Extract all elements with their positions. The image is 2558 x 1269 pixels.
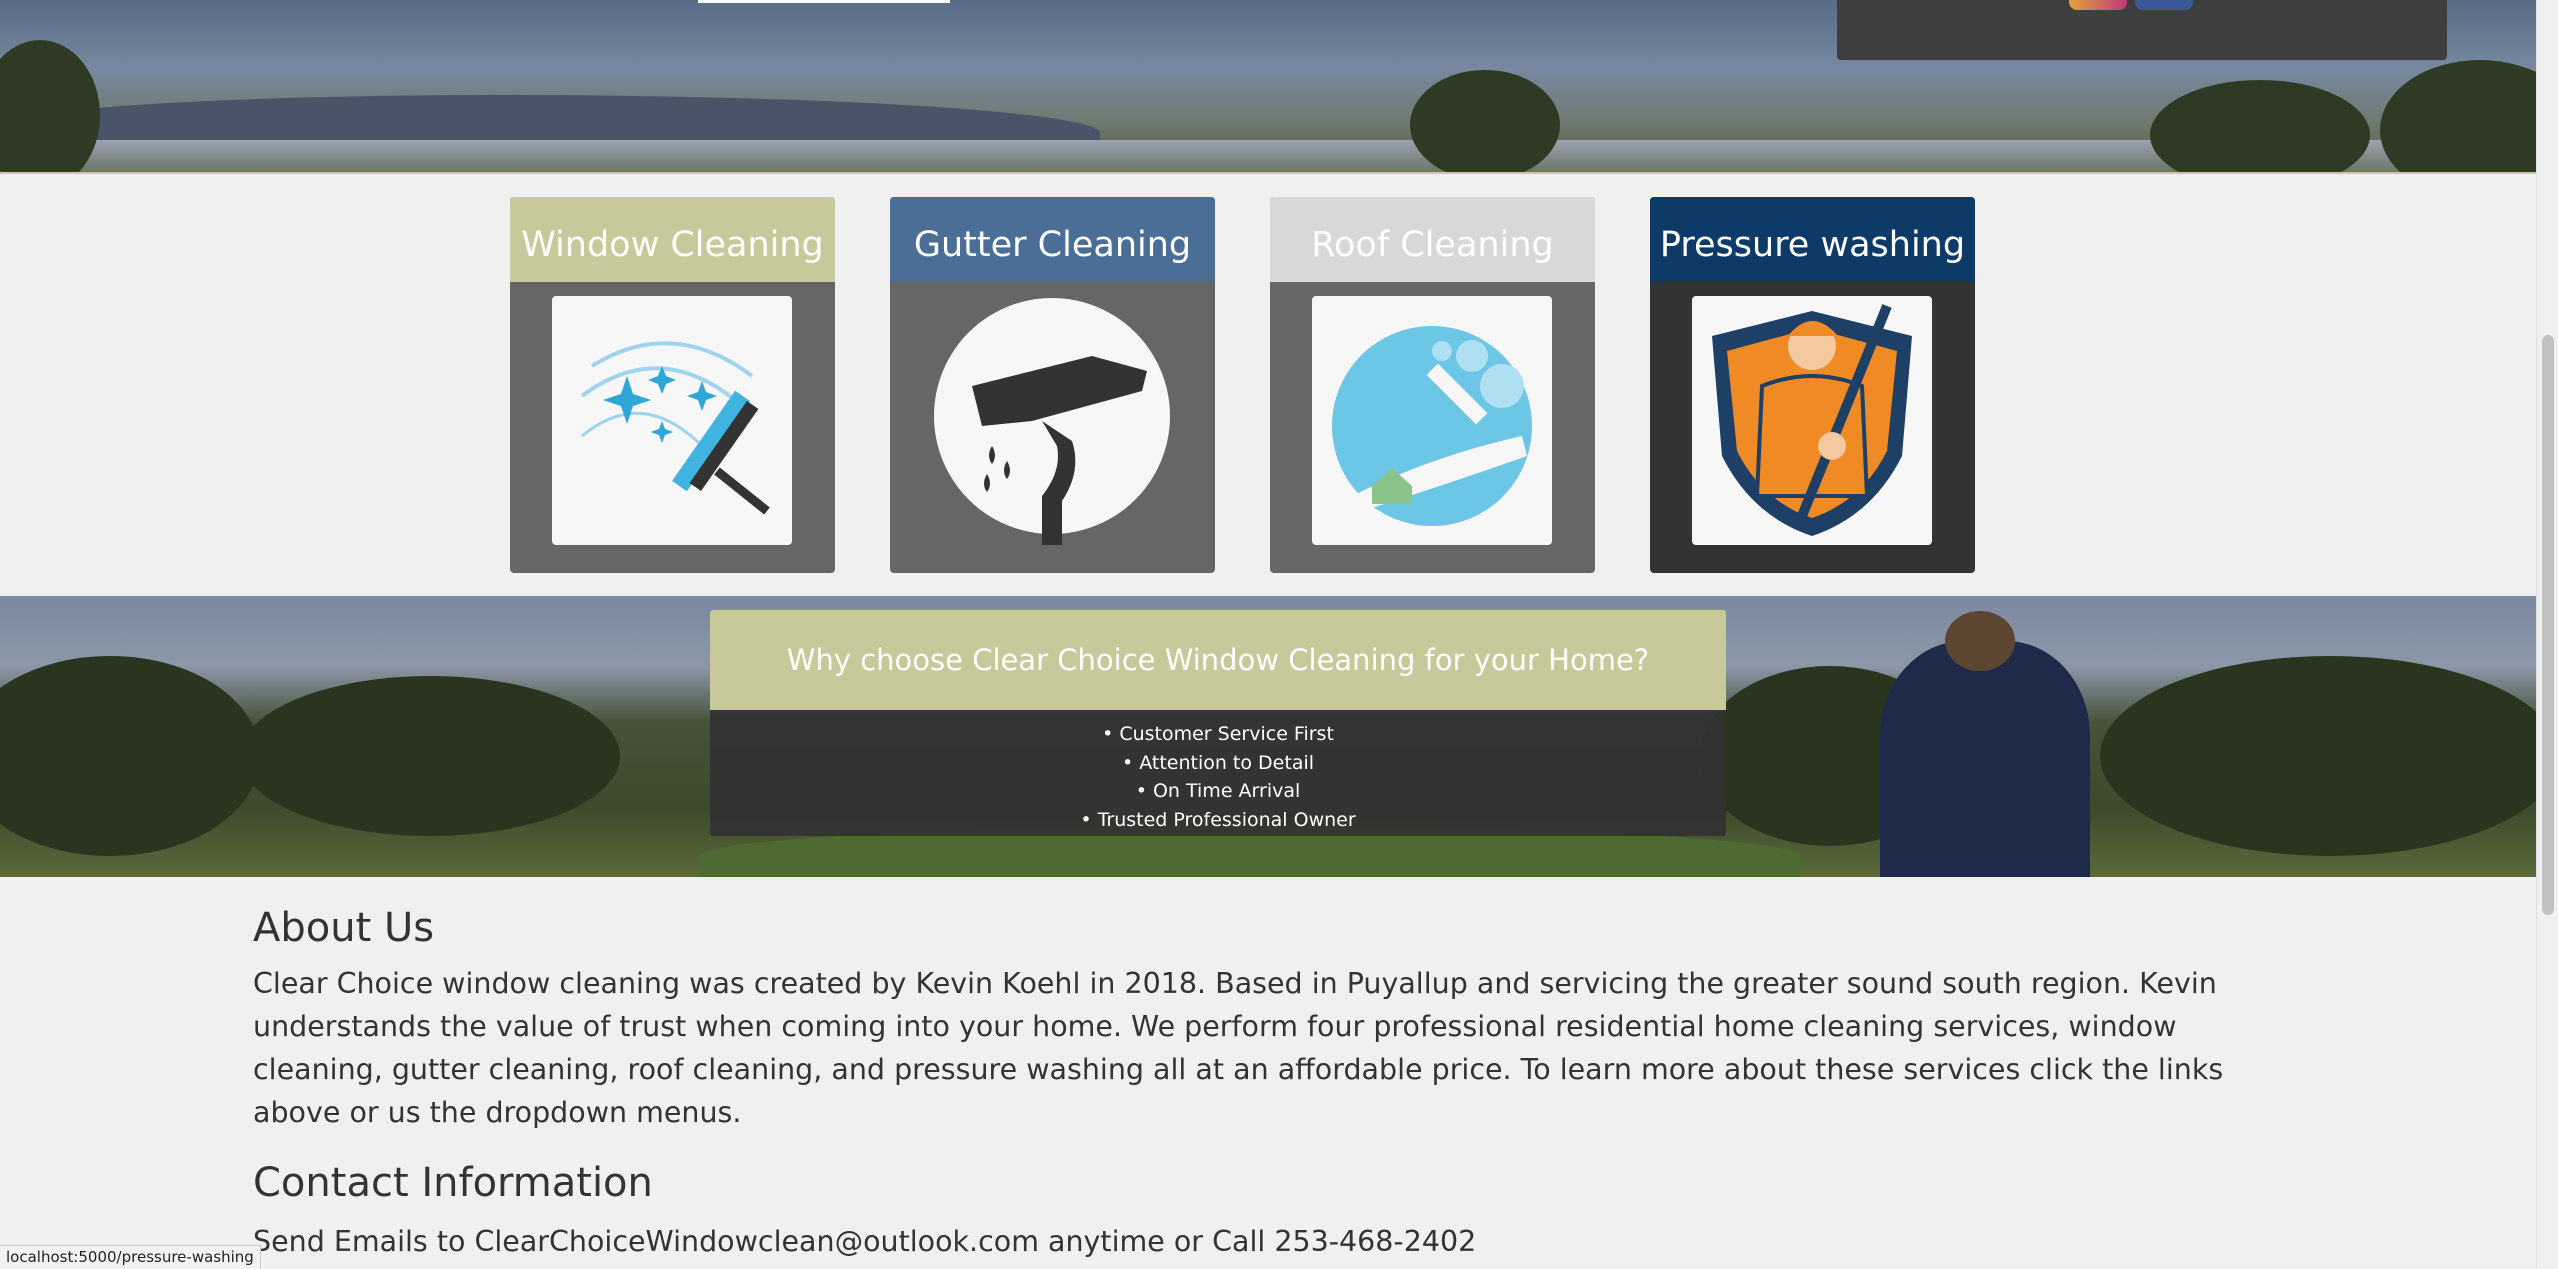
- list-item: Customer Service First: [710, 720, 1726, 749]
- nav-search-underline: [698, 0, 950, 3]
- why-choose-list: Customer Service First Attention to Deta…: [710, 710, 1726, 836]
- about-title: About Us: [253, 905, 435, 951]
- vertical-scrollbar[interactable]: [2536, 0, 2558, 1269]
- tree: [2150, 80, 2370, 173]
- social-panel: [1837, 0, 2447, 60]
- tree: [1410, 70, 1560, 173]
- instagram-icon[interactable]: [2069, 0, 2127, 10]
- tree: [2100, 656, 2536, 856]
- status-bar-url: localhost:5000/pressure-washing: [0, 1245, 261, 1269]
- list-item: Trusted Professional Owner: [710, 806, 1726, 835]
- service-card-gutter-cleaning[interactable]: Gutter Cleaning: [890, 197, 1215, 573]
- contact-line: Send Emails to ClearChoiceWindowclean@ou…: [253, 1225, 1477, 1258]
- scrollbar-thumb[interactable]: [2542, 335, 2554, 915]
- tree: [0, 40, 100, 173]
- list-item: Attention to Detail: [710, 749, 1726, 778]
- window-squeegee-icon: [552, 296, 792, 545]
- roof-cleaning-icon: [1312, 296, 1552, 545]
- tree: [240, 676, 620, 836]
- facebook-icon[interactable]: [2135, 0, 2193, 10]
- golfer-figure: [1880, 641, 2090, 877]
- pressure-washer-man-icon: [1692, 296, 1932, 545]
- why-choose-panel: Why choose Clear Choice Window Cleaning …: [710, 610, 1726, 836]
- service-card-title: Pressure washing: [1650, 197, 1975, 282]
- service-card-window-cleaning[interactable]: Window Cleaning: [510, 197, 835, 573]
- about-section: About Us Clear Choice window cleaning wa…: [253, 900, 2253, 1134]
- tree: [2380, 60, 2536, 173]
- tree: [0, 656, 260, 856]
- service-card-roof-cleaning[interactable]: Roof Cleaning: [1270, 197, 1595, 573]
- about-body: Clear Choice window cleaning was created…: [253, 967, 2224, 1129]
- list-item: On Time Arrival: [710, 777, 1726, 806]
- service-card-title: Roof Cleaning: [1270, 197, 1595, 282]
- service-card-pressure-washing[interactable]: Pressure washing: [1650, 197, 1975, 573]
- golfer-head: [1945, 611, 2015, 671]
- service-card-title: Window Cleaning: [510, 197, 835, 282]
- hero-divider: [0, 172, 2536, 174]
- why-choose-title: Why choose Clear Choice Window Cleaning …: [710, 610, 1726, 710]
- gutter-icon: [932, 296, 1172, 545]
- contact-title: Contact Information: [253, 1160, 653, 1206]
- service-card-title: Gutter Cleaning: [890, 197, 1215, 282]
